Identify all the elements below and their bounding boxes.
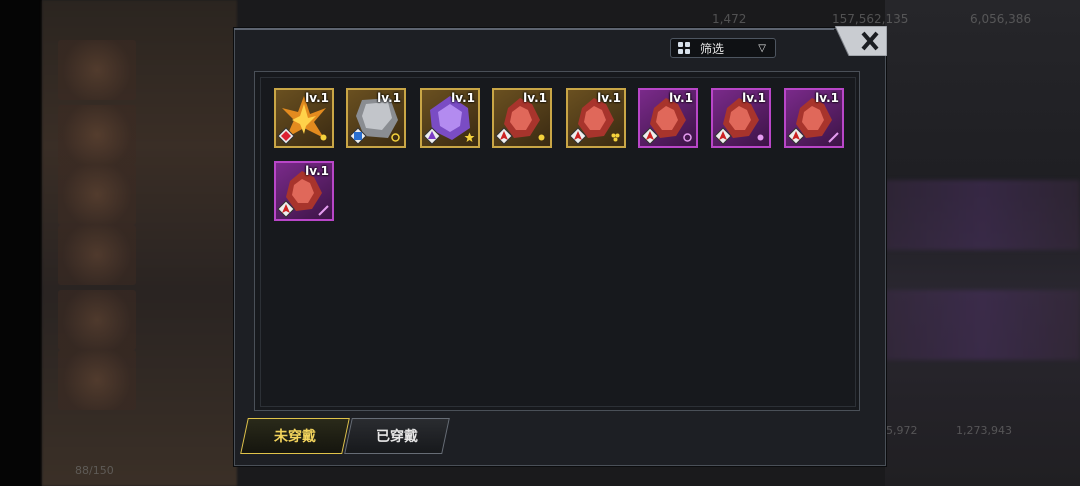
item-slot[interactable]: lv.1 [274, 88, 334, 148]
runner-icon [538, 134, 545, 141]
burst-icon [320, 134, 327, 141]
bg-currency-3: 6,056,386 [970, 12, 1032, 26]
target-icon [391, 133, 400, 142]
crosshair-icon [683, 133, 692, 142]
element-badge-icon [714, 127, 732, 145]
sword-icon [828, 132, 839, 143]
item-level: lv.1 [669, 91, 693, 105]
filter-label: 筛选 [700, 41, 725, 56]
left-edge [0, 0, 42, 486]
bg-bottom-num-2: 1,273,943 [956, 424, 1012, 437]
item-level: lv.1 [305, 91, 329, 105]
item-level: lv.1 [597, 91, 621, 105]
tab-label: 未穿戴 [274, 429, 316, 445]
cluster-icon [611, 133, 620, 142]
star-icon [464, 132, 475, 142]
bg-strip [885, 180, 1080, 250]
element-badge-icon [277, 127, 295, 145]
tab-equipped[interactable]: 已穿戴 [344, 418, 450, 454]
element-badge-icon [423, 127, 441, 145]
tab-label: 已穿戴 [376, 429, 418, 445]
close-button[interactable] [835, 26, 887, 56]
item-slot[interactable]: lv.1 [420, 88, 480, 148]
item-level: lv.1 [815, 91, 839, 105]
triangle-down-icon: ▽ [758, 42, 766, 54]
item-slot[interactable]: lv.1 [346, 88, 406, 148]
panel-accent-line [234, 28, 834, 30]
bg-slot [58, 40, 136, 100]
bg-slot [58, 225, 136, 285]
element-badge-icon [495, 127, 513, 145]
item-slot[interactable]: lv.1 [784, 88, 844, 148]
item-slot[interactable]: lv.1 [638, 88, 698, 148]
bg-slot [58, 165, 136, 225]
item-slot[interactable]: lv.1 [492, 88, 552, 148]
flower-icon [757, 134, 764, 141]
item-slot[interactable]: lv.1 [566, 88, 626, 148]
item-slot[interactable]: lv.1 [274, 161, 334, 221]
filter-button[interactable]: 筛选 ▽ [670, 38, 776, 58]
item-level: lv.1 [305, 164, 329, 178]
element-badge-icon [787, 127, 805, 145]
element-badge-icon [569, 127, 587, 145]
grid-icon [678, 42, 690, 54]
bg-slot [58, 290, 136, 350]
item-level: lv.1 [377, 91, 401, 105]
item-level: lv.1 [742, 91, 766, 105]
bg-slot [58, 350, 136, 410]
item-level: lv.1 [451, 91, 475, 105]
element-badge-icon [641, 127, 659, 145]
element-badge-icon [349, 127, 367, 145]
element-badge-icon [277, 200, 295, 218]
item-level: lv.1 [523, 91, 547, 105]
bg-slot [58, 105, 136, 165]
sword-icon [318, 205, 329, 216]
bg-currency-1: 1,472 [712, 12, 747, 26]
bg-bottom-num-1: 5,972 [886, 424, 918, 437]
bg-bag-count: 88/150 [75, 464, 114, 477]
item-slot[interactable]: lv.1 [711, 88, 771, 148]
tab-unequipped[interactable]: 未穿戴 [240, 418, 350, 454]
bg-currency-2: 157,562,135 [832, 12, 909, 26]
bg-strip [885, 290, 1080, 360]
